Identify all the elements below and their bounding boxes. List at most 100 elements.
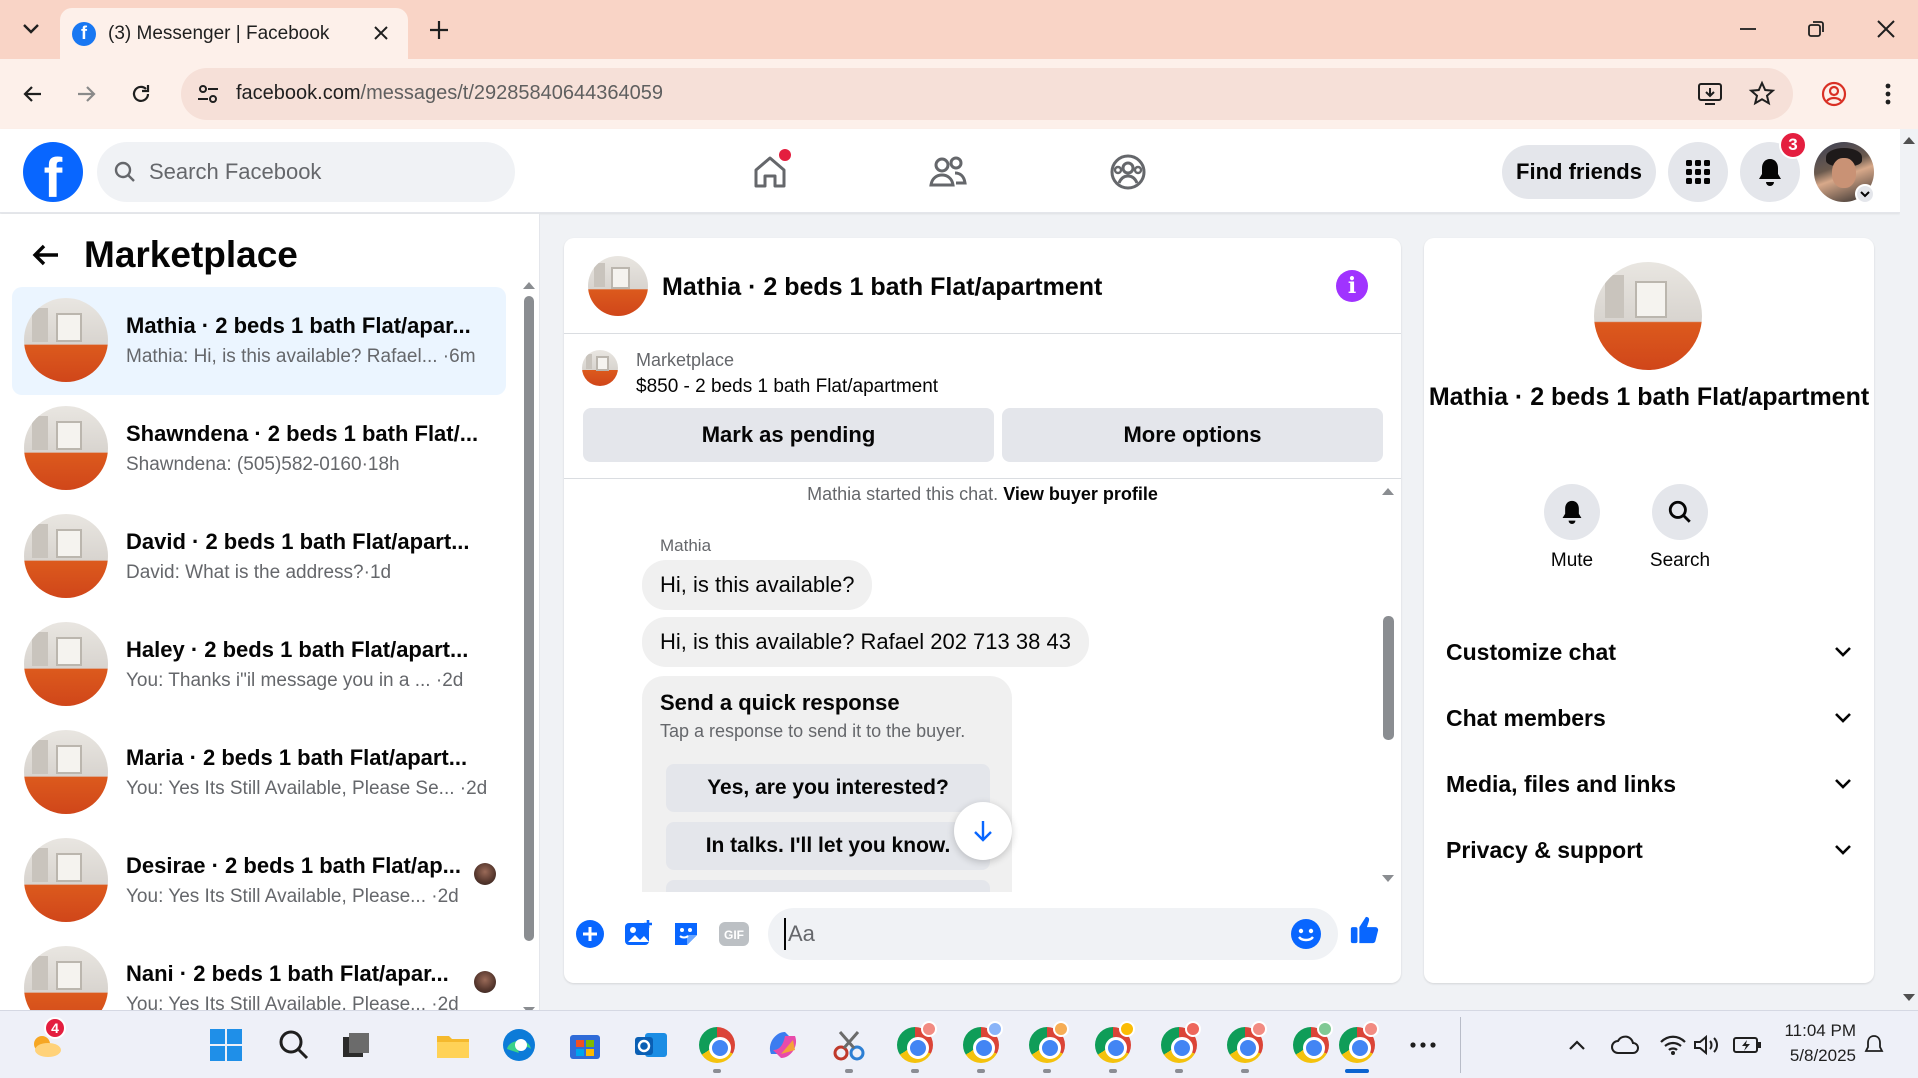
search-in-conversation-button[interactable]: Search [1635, 484, 1725, 572]
back-arrow-icon[interactable] [15, 76, 51, 112]
message-input-box[interactable] [768, 908, 1338, 960]
back-arrow-icon[interactable] [28, 237, 64, 273]
conversation-item[interactable]: Mathia · 2 beds 1 bath Flat/apar... Math… [12, 287, 506, 395]
chrome-profile-icon[interactable] [1816, 76, 1852, 112]
page-scrollbar[interactable] [1900, 129, 1918, 1009]
conversation-snippet: You: Thanks i"il message you in a ... ·2… [126, 670, 464, 691]
scroll-to-bottom-button[interactable] [954, 802, 1012, 860]
chat-members-row[interactable]: Chat members [1446, 698, 1852, 738]
chrome-active-window-icon[interactable] [1337, 1021, 1379, 1065]
mark-as-pending-button[interactable]: Mark as pending [583, 408, 994, 462]
onedrive-cloud-icon[interactable] [1605, 1025, 1645, 1065]
quick-response-button[interactable]: Yes, are you interested? [666, 764, 990, 812]
install-app-icon[interactable] [1696, 80, 1724, 108]
listing-thumbnail [24, 946, 108, 1010]
tray-clock-time[interactable]: 11:04 PM [1760, 1021, 1856, 1041]
find-friends-button[interactable]: Find friends [1502, 145, 1656, 199]
chat-title[interactable]: Mathia · 2 beds 1 bath Flat/apartment [662, 273, 1102, 302]
privacy-support-row[interactable]: Privacy & support [1446, 830, 1852, 870]
message-input[interactable] [784, 918, 1274, 950]
facebook-search-box[interactable] [97, 142, 515, 202]
conversation-item[interactable]: Shawndena · 2 beds 1 bath Flat/... Shawn… [12, 395, 506, 503]
customize-chat-row[interactable]: Customize chat [1446, 632, 1852, 672]
info-panel-title: Mathia · 2 beds 1 bath Flat/apartment [1428, 383, 1870, 411]
listing-price-title[interactable]: $850 - 2 beds 1 bath Flat/apartment [636, 376, 938, 398]
new-tab-plus-icon[interactable] [423, 14, 455, 46]
seen-by-avatar [474, 971, 496, 993]
facebook-favicon-icon: f [72, 21, 96, 46]
chrome-menu-icon[interactable] [1870, 76, 1906, 112]
restore-window-icon[interactable] [1796, 12, 1836, 46]
reload-icon[interactable] [123, 76, 159, 112]
conversation-list-scrollbar[interactable] [520, 274, 538, 1010]
chrome-profile-3-icon[interactable] [961, 1021, 1003, 1065]
gif-icon[interactable]: GIF [718, 918, 750, 950]
menu-grid-button[interactable] [1668, 142, 1728, 202]
address-bar[interactable]: facebook.com/messages/t/2928584064436405… [181, 68, 1793, 120]
account-chevron-down-icon[interactable] [1855, 184, 1875, 204]
copilot-icon[interactable] [763, 1025, 803, 1065]
chrome-profile-7-icon[interactable] [1225, 1021, 1267, 1065]
facebook-logo-icon[interactable]: f [23, 142, 83, 202]
forward-arrow-icon[interactable] [68, 76, 104, 112]
plus-circle-icon[interactable] [574, 918, 606, 950]
notification-center-icon[interactable] [1862, 1025, 1886, 1065]
conversation-item[interactable]: Nani · 2 beds 1 bath Flat/apar... You: Y… [12, 935, 506, 1010]
close-window-icon[interactable] [1866, 12, 1906, 46]
browser-tab-messenger[interactable]: f (3) Messenger | Facebook [60, 8, 408, 59]
emoji-icon[interactable] [1290, 918, 1322, 950]
windows-search-icon[interactable] [274, 1025, 314, 1065]
quick-response-button[interactable]: In talks. I'll let you know. [666, 822, 990, 870]
tray-show-hidden-chevron-icon[interactable] [1557, 1025, 1597, 1065]
outlook-icon[interactable] [631, 1025, 671, 1065]
windows-start-icon[interactable] [206, 1025, 246, 1065]
thread-scrollbar[interactable] [1379, 480, 1397, 892]
conversation-info-icon[interactable]: i [1336, 270, 1368, 302]
friends-nav-icon[interactable] [923, 147, 973, 197]
photo-attach-icon[interactable] [622, 918, 654, 950]
chrome-profile-6-icon[interactable] [1159, 1021, 1201, 1065]
scrollbar-thumb[interactable] [524, 296, 534, 941]
more-options-button[interactable]: More options [1002, 408, 1383, 462]
listing-large-thumbnail[interactable] [1594, 262, 1702, 370]
edge-browser-icon[interactable] [499, 1025, 539, 1065]
home-nav-icon[interactable] [745, 147, 795, 197]
chrome-profile-5-icon[interactable] [1093, 1021, 1135, 1065]
snipping-tool-icon[interactable] [829, 1025, 869, 1065]
chat-started-notice: Mathia started this chat. View buyer pro… [807, 484, 1158, 504]
site-settings-icon[interactable] [195, 81, 221, 107]
conversation-item[interactable]: Haley · 2 beds 1 bath Flat/apart... You:… [12, 611, 506, 719]
minimize-window-icon[interactable] [1728, 12, 1768, 46]
media-files-links-row[interactable]: Media, files and links [1446, 764, 1852, 804]
chrome-profile-2-icon[interactable] [895, 1021, 937, 1065]
view-buyer-profile-link[interactable]: View buyer profile [1003, 484, 1158, 504]
chrome-profile-4-icon[interactable] [1027, 1021, 1069, 1065]
volume-icon[interactable] [1687, 1025, 1727, 1065]
task-view-icon[interactable] [336, 1025, 376, 1065]
conversation-name: David · 2 beds 1 bath Flat/apart... [126, 529, 470, 554]
more-apps-ellipsis-icon[interactable] [1403, 1025, 1443, 1065]
chrome-profile-8-icon[interactable] [1291, 1021, 1333, 1065]
bookmark-star-icon[interactable] [1748, 80, 1776, 108]
microsoft-store-icon[interactable] [565, 1025, 605, 1065]
listing-thumbnail[interactable] [588, 256, 648, 316]
tray-clock-date[interactable]: 5/8/2025 [1760, 1046, 1856, 1066]
chrome-profile-1-icon[interactable] [697, 1025, 737, 1065]
groups-nav-icon[interactable] [1103, 147, 1153, 197]
conversation-item[interactable]: Desirae · 2 beds 1 bath Flat/ap... You: … [12, 827, 506, 935]
conversation-item[interactable]: David · 2 beds 1 bath Flat/apart... Davi… [12, 503, 506, 611]
tab-close-icon[interactable] [370, 22, 392, 44]
listing-thumbnail[interactable] [582, 350, 618, 386]
thumbs-up-icon[interactable] [1349, 914, 1381, 946]
sticker-icon[interactable] [670, 918, 702, 950]
facebook-search-input[interactable] [149, 159, 489, 185]
file-explorer-icon[interactable] [433, 1025, 473, 1065]
widgets-weather-icon[interactable]: 4 [26, 1017, 66, 1065]
scrollbar-thumb[interactable] [1383, 616, 1394, 740]
quick-response-button[interactable] [666, 880, 990, 892]
mute-button[interactable]: Mute [1527, 484, 1617, 572]
conversation-item[interactable]: Maria · 2 beds 1 bath Flat/apart... You:… [12, 719, 506, 827]
tab-search-chevron-icon[interactable] [14, 12, 48, 46]
widgets-badge: 4 [44, 1017, 66, 1039]
marketplace-header: Marketplace [28, 234, 298, 276]
